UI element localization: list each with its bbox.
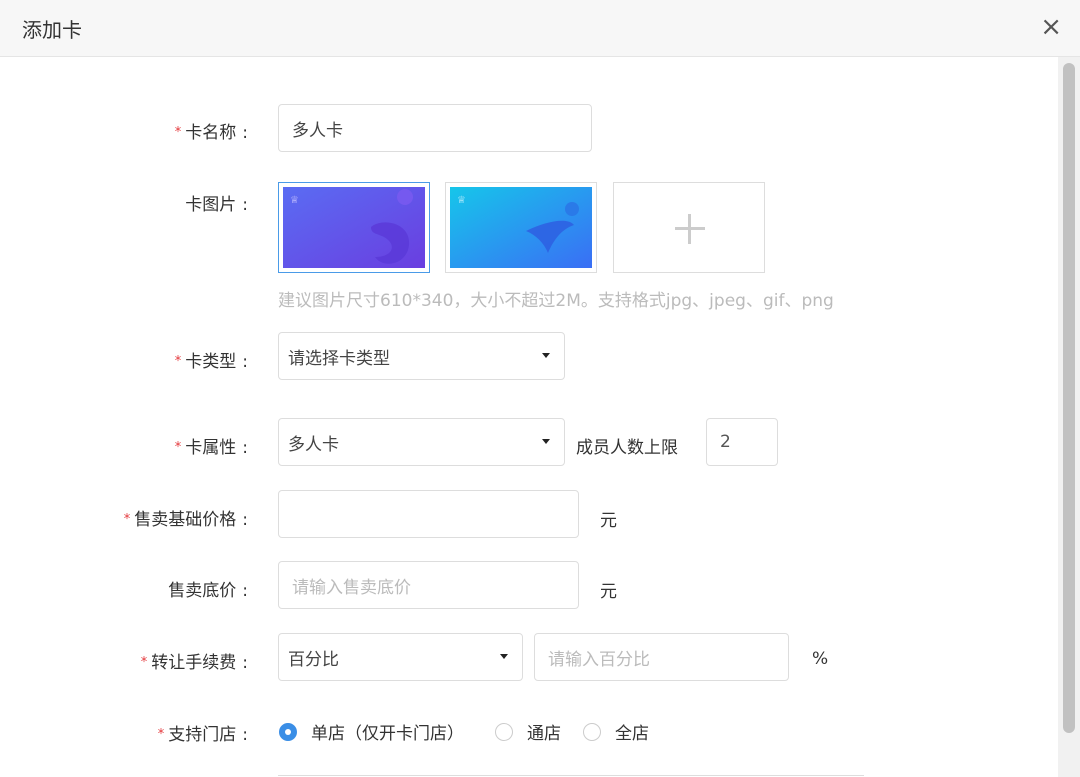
base-price-input[interactable] xyxy=(278,490,579,538)
svg-text:♕: ♕ xyxy=(457,195,466,206)
member-limit-label: 成员人数上限 xyxy=(576,438,678,458)
base-price-label: * 售卖基础价格: xyxy=(123,510,248,530)
required-star: * xyxy=(140,655,148,670)
scrollbar-thumb[interactable] xyxy=(1063,63,1075,733)
required-star: * xyxy=(157,727,165,742)
radio-checked-icon xyxy=(279,722,297,741)
base-price-unit: 元 xyxy=(600,511,617,531)
card-name-label: * 卡名称: xyxy=(174,123,248,143)
card-name-input[interactable]: 多人卡 xyxy=(278,104,592,152)
stores-label: * 支持门店: xyxy=(157,725,248,745)
transfer-fee-mode-select[interactable]: 百分比 xyxy=(278,633,523,681)
card-type-label: * 卡类型: xyxy=(174,352,248,372)
required-star: * xyxy=(174,125,182,140)
card-attr-label: * 卡属性: xyxy=(174,438,248,458)
member-limit-input[interactable]: 2 xyxy=(706,418,778,466)
floor-price-input[interactable]: 请输入售卖底价 xyxy=(278,561,579,609)
caret-down-icon xyxy=(542,439,550,444)
transfer-fee-label: * 转让手续费: xyxy=(140,653,248,673)
svg-text:♕: ♕ xyxy=(290,195,299,206)
card-image-cyan: ♕ xyxy=(450,187,592,268)
close-icon[interactable]: × xyxy=(1040,12,1062,42)
card-image-hint: 建议图片尺寸610*340，大小不超过2M。支持格式jpg、jpeg、gif、p… xyxy=(278,291,834,311)
store-option-all[interactable]: 全店 xyxy=(583,719,649,744)
required-star: * xyxy=(174,354,182,369)
floor-price-label: 售卖底价: xyxy=(168,581,248,601)
card-image-purple: ♕ xyxy=(283,187,425,268)
card-image-option-1[interactable]: ♕ xyxy=(278,182,430,273)
dialog-title: 添加卡 xyxy=(22,18,82,42)
caret-down-icon xyxy=(542,353,550,358)
card-type-select[interactable]: 请选择卡类型 xyxy=(278,332,565,380)
transfer-fee-percent-input[interactable]: 请输入百分比 xyxy=(534,633,789,681)
transfer-fee-unit: % xyxy=(812,649,829,669)
next-field-border xyxy=(278,775,864,776)
add-card-image-button[interactable] xyxy=(613,182,765,273)
radio-unchecked-icon xyxy=(583,722,601,741)
store-option-single[interactable]: 单店（仅开卡门店） xyxy=(279,719,464,744)
required-star: * xyxy=(123,512,131,527)
card-image-option-2[interactable]: ♕ xyxy=(445,182,597,273)
card-attr-select[interactable]: 多人卡 xyxy=(278,418,565,466)
floor-price-unit: 元 xyxy=(600,582,617,602)
required-star: * xyxy=(174,440,182,455)
plus-icon-vertical xyxy=(688,214,691,244)
radio-unchecked-icon xyxy=(495,722,513,741)
card-image-label: 卡图片: xyxy=(185,195,248,215)
store-option-shared[interactable]: 通店 xyxy=(495,719,561,744)
dialog-header: 添加卡 × xyxy=(0,0,1080,57)
caret-down-icon xyxy=(500,654,508,659)
